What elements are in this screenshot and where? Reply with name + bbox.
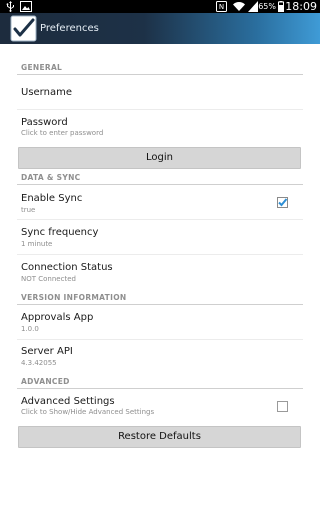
pref-username-title: Username xyxy=(21,87,72,98)
advanced-settings-checkbox[interactable] xyxy=(277,401,288,412)
battery-percent: 65% xyxy=(258,2,276,11)
clock: 18:09 xyxy=(285,0,317,13)
category-version-header: VERSION INFORMATION xyxy=(21,293,127,302)
enable-sync-checkbox[interactable] xyxy=(277,197,288,208)
pref-sync-frequency-title: Sync frequency xyxy=(21,227,99,238)
pref-connection-status-summary: NOT Connected xyxy=(21,275,76,283)
preferences-list: GENERAL Username Password Click to enter… xyxy=(0,44,320,512)
pref-enable-sync-summary: true xyxy=(21,206,36,214)
pref-approvals-app-summary: 1.0.0 xyxy=(21,325,39,333)
login-button[interactable]: Login xyxy=(18,147,301,169)
pref-password-title: Password xyxy=(21,117,68,128)
category-advanced-header: ADVANCED xyxy=(21,377,70,386)
pref-password-summary: Click to enter password xyxy=(21,129,104,137)
status-bar: N 65% 18:09 xyxy=(0,0,320,13)
page-title: Preferences xyxy=(40,23,99,34)
gallery-icon xyxy=(20,1,32,12)
wifi-icon xyxy=(233,2,245,11)
pref-server-api-title: Server API xyxy=(21,346,73,357)
pref-advanced-settings-summary: Click to Show/Hide Advanced Settings xyxy=(21,408,155,416)
restore-defaults-button[interactable]: Restore Defaults xyxy=(18,426,301,448)
category-general-header: GENERAL xyxy=(21,63,63,72)
nfc-icon: N xyxy=(216,1,227,12)
svg-text:N: N xyxy=(219,3,224,11)
battery-icon xyxy=(278,1,284,12)
action-bar: Preferences xyxy=(0,13,320,44)
pref-server-api-summary: 4.3.42055 xyxy=(21,359,57,367)
pref-sync-frequency-summary: 1 minute xyxy=(21,240,53,248)
signal-icon xyxy=(248,1,258,12)
pref-connection-status-title: Connection Status xyxy=(21,262,113,273)
checkmark-app-icon[interactable] xyxy=(10,15,37,42)
pref-enable-sync-title: Enable Sync xyxy=(21,193,83,204)
pref-approvals-app-title: Approvals App xyxy=(21,312,94,323)
pref-advanced-settings-title: Advanced Settings xyxy=(21,396,115,407)
usb-icon xyxy=(6,1,14,12)
category-data-sync-header: DATA & SYNC xyxy=(21,173,81,182)
